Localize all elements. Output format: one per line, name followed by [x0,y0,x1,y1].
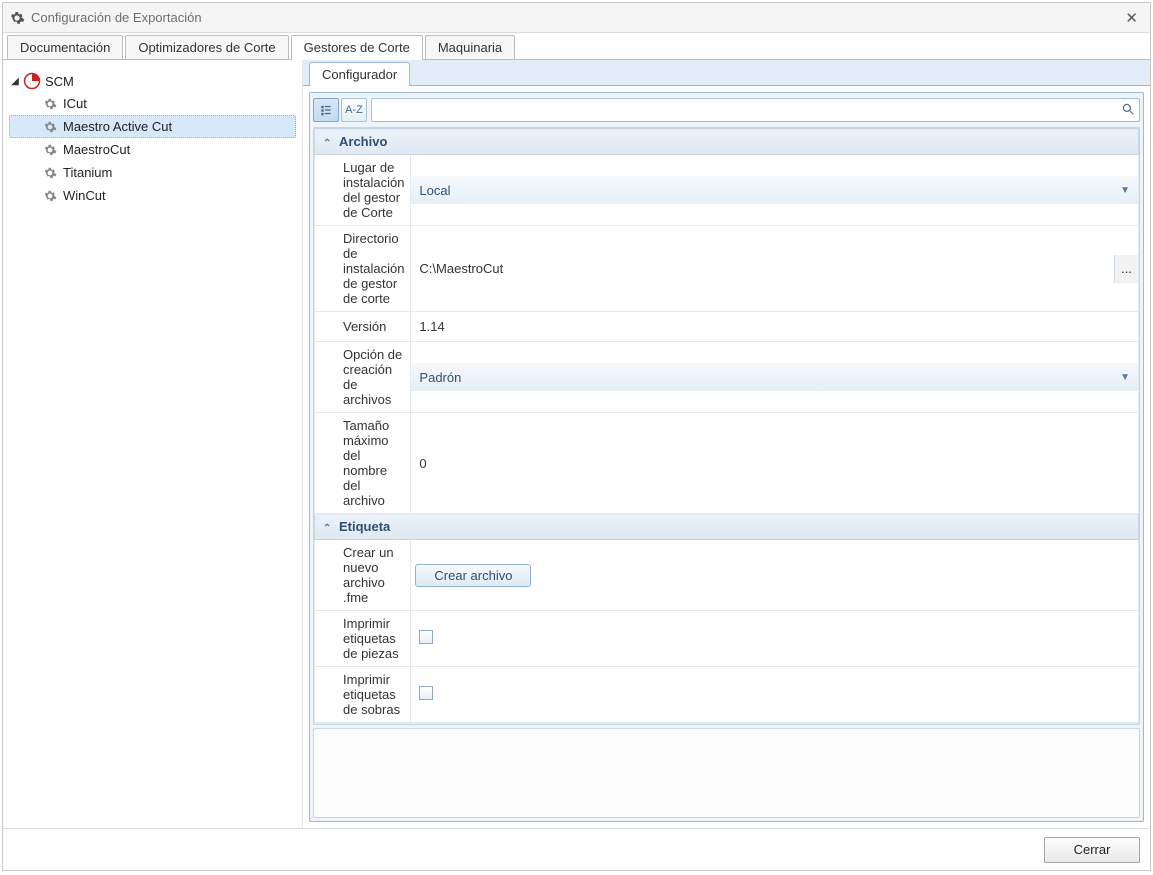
list-icon [319,103,333,117]
description-area [313,728,1140,818]
gear-icon [43,120,57,134]
property-row: Versión [315,312,1139,342]
property-label: Imprimir etiquetas de sobras [315,667,411,723]
scm-logo-icon [23,72,41,90]
tab-optimizadores-de-corte[interactable]: Optimizadores de Corte [125,35,288,59]
property-label: Opción de creación de archivos [315,342,411,413]
gear-icon [43,143,57,157]
property-label: Tamaño máximo del nombre del archivo [315,413,411,514]
property-label: Versión [315,312,411,342]
footer: Cerrar [3,828,1150,870]
config-panel: A-Z ⌃ArchivoLugar de instalación del ges… [309,92,1144,822]
search-input[interactable] [376,103,1121,118]
gear-icon [43,189,57,203]
tree-item-label: Titanium [63,165,112,180]
collapse-icon[interactable]: ◢ [9,76,21,87]
property-label: Lugar de instalación del gestor de Corte [315,155,411,226]
main-window: Configuración de Exportación ✕ Documenta… [2,2,1151,871]
property-row: Lugar de instalación del gestor de Corte… [315,155,1139,226]
body: ◢ SCM ICut Maestro Active Cut MaestroCut Ti… [3,60,1150,828]
chevron-down-icon: ▼ [1120,185,1130,196]
category-header[interactable]: ⌃Archivo [315,129,1139,155]
tree-item-label: Maestro Active Cut [63,119,172,134]
tab-gestores-de-corte[interactable]: Gestores de Corte [291,35,423,60]
property-grid[interactable]: ⌃ArchivoLugar de instalación del gestor … [313,127,1140,725]
tree-item-wincut[interactable]: WinCut [9,184,296,207]
main-tabs: DocumentaciónOptimizadores de CorteGesto… [3,33,1150,60]
gear-icon [43,97,57,111]
chevron-up-icon[interactable]: ⌃ [323,138,335,149]
sub-tabs: Configurador [303,60,1150,86]
right-panel: Configurador A-Z ⌃Archivo [303,60,1150,828]
tab-documentación[interactable]: Documentación [7,35,123,59]
categorized-button[interactable] [313,98,339,122]
property-row: Imprimir etiquetas de sobras [315,667,1139,723]
combobox[interactable]: Local▼ [411,176,1138,204]
browse-button[interactable]: ... [1114,255,1138,283]
property-row: Opción de creación de archivosPadrón▼ [315,342,1139,413]
tree-item-titanium[interactable]: Titanium [9,161,296,184]
window-title: Configuración de Exportación [31,10,1119,25]
close-icon[interactable]: ✕ [1119,7,1144,29]
property-row: Imprimir etiquetas de piezas [315,611,1139,667]
titlebar: Configuración de Exportación ✕ [3,3,1150,33]
gear-icon [9,10,25,26]
checkbox[interactable] [419,630,433,644]
text-input[interactable] [411,313,1138,341]
combobox[interactable]: Padrón▼ [411,363,1138,391]
path-input[interactable] [411,255,1114,283]
tree-item-label: MaestroCut [63,142,130,157]
gear-icon [43,166,57,180]
property-label: Crear un nuevo archivo .fme [315,540,411,611]
chevron-up-icon[interactable]: ⌃ [323,523,335,534]
category-header[interactable]: ⌃Configuración del plan de corte [315,723,1139,726]
chevron-down-icon: ▼ [1120,372,1130,383]
property-row: Crear un nuevo archivo .fmeCrear archivo [315,540,1139,611]
tree-item-label: ICut [63,96,87,111]
checkbox[interactable] [419,686,433,700]
close-button[interactable]: Cerrar [1044,837,1140,863]
property-label: Imprimir etiquetas de piezas [315,611,411,667]
alphabetical-button[interactable]: A-Z [341,98,367,122]
text-input[interactable] [411,449,1138,477]
tree-item-maestro-active-cut[interactable]: Maestro Active Cut [9,115,296,138]
property-row: Directorio de instalación de gestor de c… [315,226,1139,312]
action-button[interactable]: Crear archivo [415,564,531,587]
category-header[interactable]: ⌃Etiqueta [315,514,1139,540]
tree-root[interactable]: ◢ SCM [9,70,296,92]
tab-configurador[interactable]: Configurador [309,62,410,86]
grid-toolbar: A-Z [313,96,1140,124]
tree-item-label: WinCut [63,188,106,203]
tab-maquinaria[interactable]: Maquinaria [425,35,515,59]
tree-panel: ◢ SCM ICut Maestro Active Cut MaestroCut Ti… [3,60,303,828]
tree-root-label: SCM [45,74,74,89]
property-label: Directorio de instalación de gestor de c… [315,226,411,312]
tree-item-maestrocut[interactable]: MaestroCut [9,138,296,161]
property-row: Tamaño máximo del nombre del archivo [315,413,1139,514]
search-icon[interactable] [1121,102,1135,119]
search-box[interactable] [371,98,1140,122]
tree-item-icut[interactable]: ICut [9,92,296,115]
